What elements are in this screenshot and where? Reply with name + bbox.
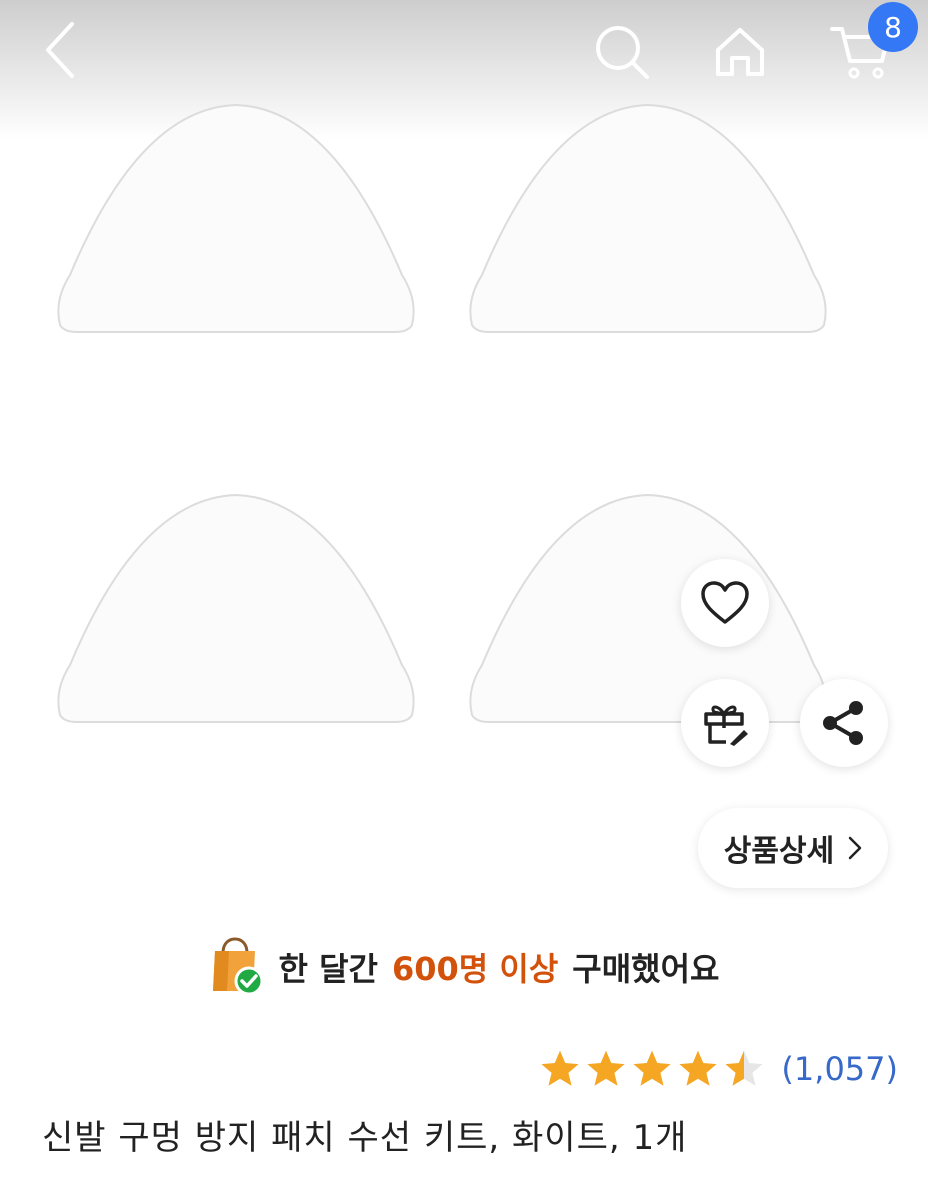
star-full-icon <box>587 1050 625 1086</box>
star-full-icon <box>679 1050 717 1086</box>
star-full-icon <box>541 1050 579 1086</box>
shopping-bag-check-icon <box>212 937 264 996</box>
home-icon <box>716 28 764 76</box>
patch-image-3 <box>57 493 415 723</box>
search-icon <box>596 26 649 79</box>
patch-image-2 <box>469 103 827 333</box>
search-button[interactable] <box>590 20 654 84</box>
gift-icon <box>704 705 748 746</box>
chevron-left-icon <box>46 22 74 78</box>
product-title: 신발 구멍 방지 패치 수선 키트, 화이트, 1개 <box>42 1118 688 1158</box>
like-button[interactable] <box>681 559 769 647</box>
share-icon <box>823 701 863 745</box>
review-count[interactable]: (1,057) <box>781 1050 898 1088</box>
heart-icon <box>701 581 749 624</box>
star-full-icon <box>633 1050 671 1086</box>
patch-image-4 <box>469 493 827 723</box>
cart-count-badge: 8 <box>868 2 918 52</box>
patch-image-1 <box>57 103 415 333</box>
product-rating[interactable]: (1,057) <box>539 1044 898 1094</box>
banner-text-after: 구매했어요 <box>572 950 720 988</box>
gift-button[interactable] <box>681 679 769 767</box>
purchase-count-banner: 한 달간 600명 이상 구매했어요 <box>0 932 928 1002</box>
star-half-icon <box>725 1050 763 1086</box>
chevron-right-icon <box>848 836 862 860</box>
home-button[interactable] <box>708 20 772 84</box>
banner-highlight: 600명 이상 <box>392 950 559 988</box>
share-button[interactable] <box>800 679 888 767</box>
product-detail-label: 상품상세 <box>723 834 835 869</box>
back-button[interactable] <box>30 18 90 82</box>
banner-text-before: 한 달간 <box>278 950 378 988</box>
product-detail-button[interactable]: 상품상세 <box>698 808 888 888</box>
